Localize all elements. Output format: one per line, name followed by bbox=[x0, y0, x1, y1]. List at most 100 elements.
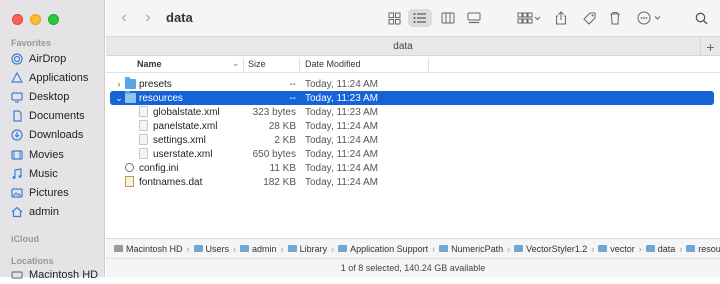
column-view-button[interactable] bbox=[438, 9, 458, 27]
airdrop-icon bbox=[11, 53, 23, 65]
folder-icon bbox=[514, 245, 524, 252]
file-name: config.ini bbox=[139, 162, 179, 174]
xml-file-icon bbox=[139, 148, 148, 159]
chevron-right-icon: › bbox=[280, 243, 284, 254]
path-label: Library bbox=[299, 243, 328, 254]
file-name: userstate.xml bbox=[153, 148, 213, 160]
table-row[interactable]: › presets -- Today, 11:24 AM bbox=[110, 77, 714, 91]
sidebar-item-label: Downloads bbox=[29, 129, 84, 141]
table-row[interactable]: panelstate.xml 28 KB Today, 11:24 AM bbox=[110, 119, 714, 133]
action-menu-button[interactable] bbox=[636, 9, 664, 27]
list-view-button[interactable] bbox=[408, 9, 432, 27]
path-bar: Macintosh HD › Users › admin › Library ›… bbox=[106, 238, 720, 258]
table-row[interactable]: config.ini 11 KB Today, 11:24 AM bbox=[110, 161, 714, 175]
column-header-date[interactable]: Date Modified bbox=[305, 59, 361, 69]
chevron-right-icon: › bbox=[507, 243, 511, 254]
tab-data[interactable]: data bbox=[106, 41, 700, 52]
close-window-button[interactable] bbox=[12, 14, 23, 25]
sidebar-item-desktop[interactable]: Desktop bbox=[11, 88, 69, 106]
path-label: VectorStyler1.2 bbox=[526, 243, 588, 254]
column-header-name[interactable]: Name bbox=[137, 59, 162, 69]
path-item-data[interactable]: data bbox=[645, 244, 675, 254]
folder-icon bbox=[686, 245, 696, 252]
trash-button[interactable] bbox=[606, 9, 624, 27]
gallery-view-button[interactable] bbox=[464, 9, 484, 27]
path-label: Application Support bbox=[350, 243, 429, 254]
file-size: 2 KB bbox=[274, 134, 296, 146]
file-date: Today, 11:24 AM bbox=[305, 78, 379, 90]
path-label: Users bbox=[205, 243, 230, 254]
column-divider[interactable] bbox=[299, 58, 300, 71]
sidebar-item-admin[interactable]: admin bbox=[11, 203, 59, 221]
disclosure-expanded-icon[interactable]: ⌄ bbox=[114, 93, 124, 104]
chevron-right-icon: › bbox=[331, 243, 335, 254]
sidebar-item-movies[interactable]: Movies bbox=[11, 146, 64, 164]
path-item-resources[interactable]: resources bbox=[686, 244, 720, 254]
sidebar-item-macintosh-hd[interactable]: Macintosh HD bbox=[11, 266, 98, 284]
icon-view-button[interactable] bbox=[384, 9, 404, 27]
path-item-admin[interactable]: admin bbox=[240, 244, 277, 254]
pictures-icon bbox=[11, 187, 23, 199]
file-size: 323 bytes bbox=[252, 106, 296, 118]
file-name: panelstate.xml bbox=[153, 120, 218, 132]
search-button[interactable] bbox=[692, 9, 710, 27]
downloads-icon bbox=[11, 129, 23, 141]
disclosure-collapsed-icon[interactable]: › bbox=[114, 79, 124, 89]
list-icon bbox=[413, 13, 426, 23]
xml-file-icon bbox=[139, 106, 148, 117]
sidebar-item-label: Applications bbox=[29, 72, 89, 84]
forward-button[interactable]: › bbox=[140, 9, 156, 27]
path-item-application-support[interactable]: Application Support bbox=[338, 244, 428, 254]
table-row[interactable]: fontnames.dat 182 KB Today, 11:24 AM bbox=[110, 175, 714, 189]
folder-icon bbox=[439, 245, 449, 252]
sidebar-item-label: Pictures bbox=[29, 187, 69, 199]
back-button[interactable]: ‹ bbox=[116, 9, 132, 27]
file-list: Name ⌄ Size Date Modified › presets -- T… bbox=[106, 56, 720, 238]
share-button[interactable] bbox=[552, 9, 570, 27]
table-row-selected[interactable]: ⌄ resources -- Today, 11:23 AM bbox=[110, 91, 714, 105]
path-label: Macintosh HD bbox=[126, 243, 183, 254]
plus-icon: + bbox=[706, 38, 715, 55]
sidebar-item-pictures[interactable]: Pictures bbox=[11, 184, 69, 202]
path-item-macintosh-hd[interactable]: Macintosh HD bbox=[114, 244, 183, 254]
minimize-window-button[interactable] bbox=[30, 14, 41, 25]
path-item-vector[interactable]: vector bbox=[598, 244, 635, 254]
group-button[interactable] bbox=[514, 9, 544, 27]
file-name: fontnames.dat bbox=[139, 176, 203, 188]
new-tab-button[interactable]: + bbox=[700, 37, 720, 56]
sidebar-item-applications[interactable]: Applications bbox=[11, 69, 88, 87]
tab-bar: data + bbox=[106, 36, 720, 56]
table-row[interactable]: userstate.xml 650 bytes Today, 11:24 AM bbox=[110, 147, 714, 161]
sidebar-item-documents[interactable]: Documents bbox=[11, 107, 85, 125]
sidebar-item-music[interactable]: Music bbox=[11, 165, 58, 183]
path-item-users[interactable]: Users bbox=[193, 243, 230, 254]
sidebar-item-downloads[interactable]: Downloads bbox=[11, 126, 83, 144]
folder-icon bbox=[338, 245, 348, 252]
dat-file-icon bbox=[125, 176, 134, 187]
path-label: admin bbox=[252, 243, 277, 254]
file-name: resources bbox=[139, 92, 183, 104]
xml-file-icon bbox=[139, 134, 148, 145]
file-date: Today, 11:24 AM bbox=[305, 162, 379, 174]
music-icon bbox=[11, 168, 23, 180]
path-item-library[interactable]: Library bbox=[287, 243, 328, 254]
path-label: NumericPath bbox=[451, 243, 504, 254]
zoom-window-button[interactable] bbox=[48, 14, 59, 25]
table-row[interactable]: globalstate.xml 323 bytes Today, 11:23 A… bbox=[110, 105, 714, 119]
column-divider[interactable] bbox=[428, 58, 429, 71]
sidebar-item-label: Desktop bbox=[29, 91, 70, 103]
window-controls bbox=[12, 14, 59, 25]
group-icon bbox=[517, 12, 541, 24]
column-header-size[interactable]: Size bbox=[248, 59, 266, 69]
file-date: Today, 11:24 AM bbox=[305, 134, 379, 146]
column-divider[interactable] bbox=[243, 58, 244, 71]
path-item-vectorstyler[interactable]: VectorStyler1.2 bbox=[514, 244, 587, 254]
chevron-right-icon: › bbox=[186, 243, 190, 254]
sidebar-item-airdrop[interactable]: AirDrop bbox=[11, 50, 66, 68]
tag-button[interactable] bbox=[580, 9, 598, 27]
path-item-numericpath[interactable]: NumericPath bbox=[439, 244, 503, 254]
table-row[interactable]: settings.xml 2 KB Today, 11:24 AM bbox=[110, 133, 714, 147]
toolbar: ‹ › data bbox=[106, 0, 720, 36]
status-bar: 1 of 8 selected, 140.24 GB available bbox=[106, 258, 720, 277]
file-date: Today, 11:23 AM bbox=[305, 92, 379, 104]
